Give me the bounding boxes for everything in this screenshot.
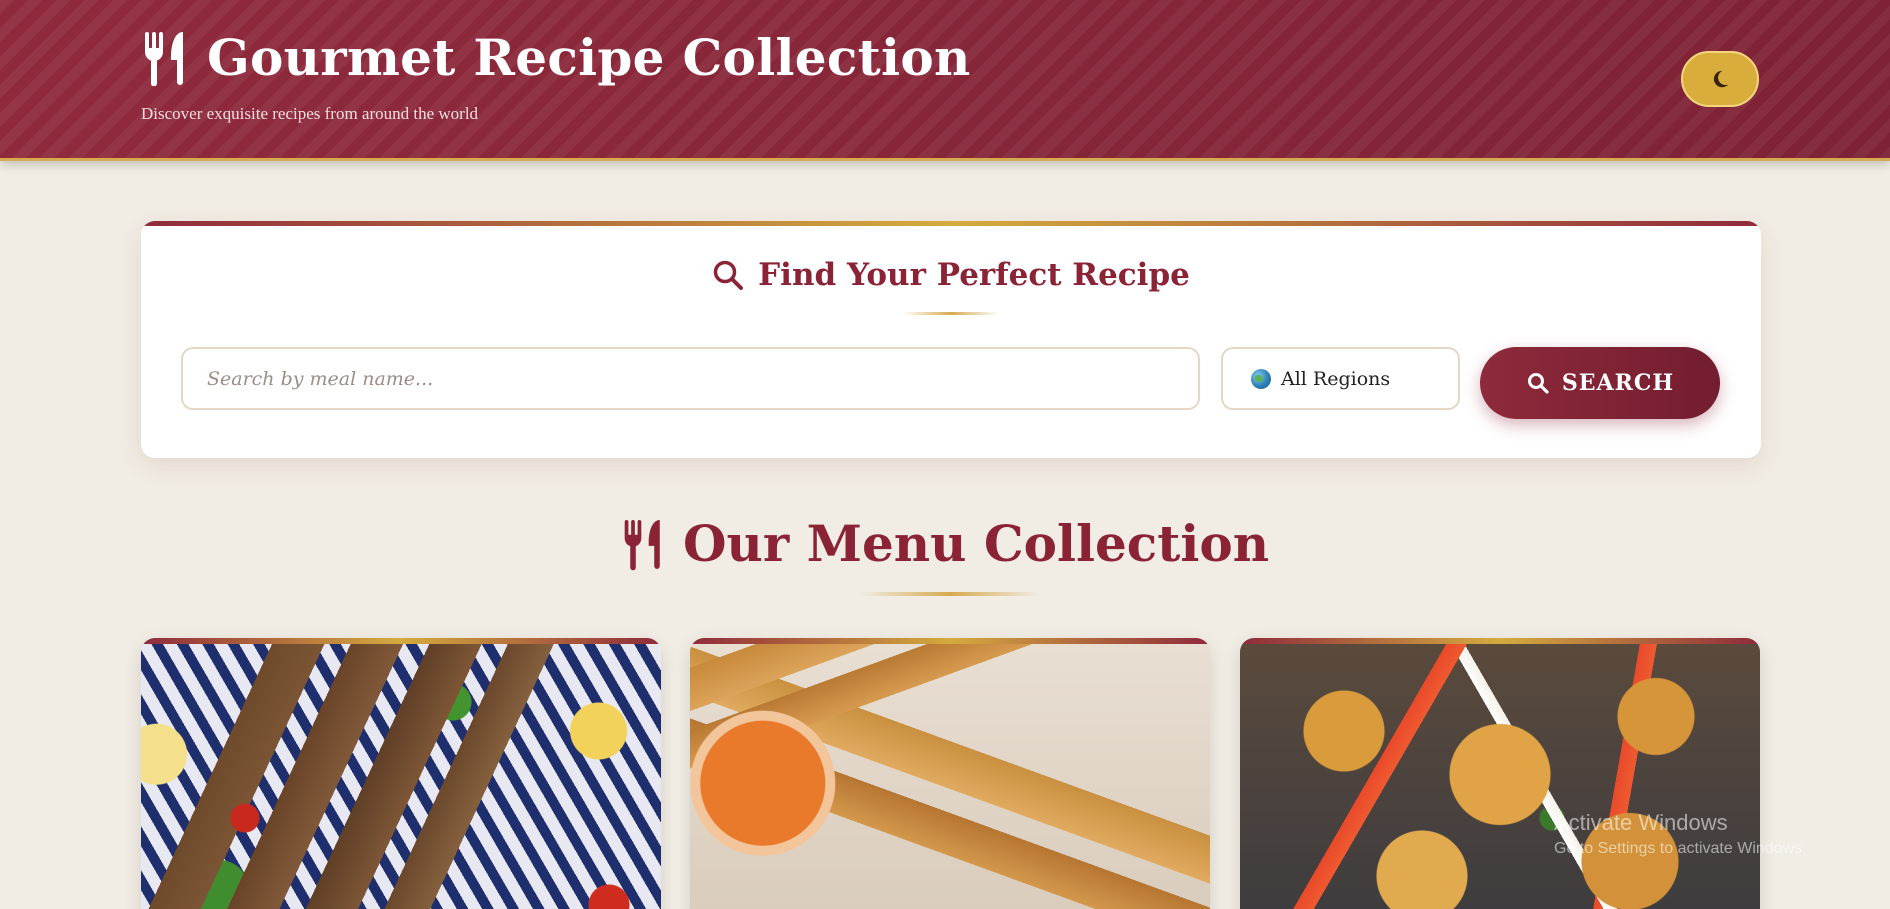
region-select-value: All Regions xyxy=(1281,367,1391,390)
card-accent-bar xyxy=(690,638,1210,644)
recipe-image-kofta-kebab[interactable] xyxy=(141,644,661,909)
search-icon xyxy=(1527,373,1549,394)
menu-heading: Our Menu Collection xyxy=(0,514,1890,573)
moon-icon xyxy=(1713,70,1729,88)
search-heading-text: Find Your Perfect Recipe xyxy=(758,257,1190,293)
search-heading: Find Your Perfect Recipe xyxy=(141,257,1761,293)
recipe-image-spicy-potatoes[interactable] xyxy=(1240,644,1760,909)
recipe-card[interactable] xyxy=(690,638,1210,909)
search-card: Find Your Perfect Recipe All Regions SEA… xyxy=(141,221,1761,458)
page-title: Gourmet Recipe Collection xyxy=(207,28,971,87)
menu-heading-underline xyxy=(860,592,1040,596)
globe-icon xyxy=(1251,368,1271,389)
meal-search-input[interactable] xyxy=(181,347,1200,410)
header-title-group: Gourmet Recipe Collection xyxy=(141,28,971,87)
app-header: Gourmet Recipe Collection Discover exqui… xyxy=(0,0,1890,161)
recipe-image-spring-rolls[interactable] xyxy=(690,644,1210,909)
theme-toggle-button[interactable] xyxy=(1681,51,1759,107)
recipe-card[interactable] xyxy=(141,638,661,909)
recipe-card[interactable] xyxy=(1240,638,1760,909)
region-select[interactable]: All Regions xyxy=(1221,347,1460,410)
menu-heading-text: Our Menu Collection xyxy=(682,514,1270,573)
search-heading-underline xyxy=(903,312,999,315)
page-subtitle: Discover exquisite recipes from around t… xyxy=(141,104,479,123)
utensils-icon xyxy=(624,519,660,570)
search-button-label: SEARCH xyxy=(1561,370,1675,396)
search-icon xyxy=(713,260,744,290)
search-button[interactable]: SEARCH xyxy=(1480,347,1720,419)
search-card-accent-bar xyxy=(141,221,1761,226)
card-accent-bar xyxy=(1240,638,1760,644)
utensils-icon xyxy=(144,31,183,86)
card-accent-bar xyxy=(141,638,661,644)
